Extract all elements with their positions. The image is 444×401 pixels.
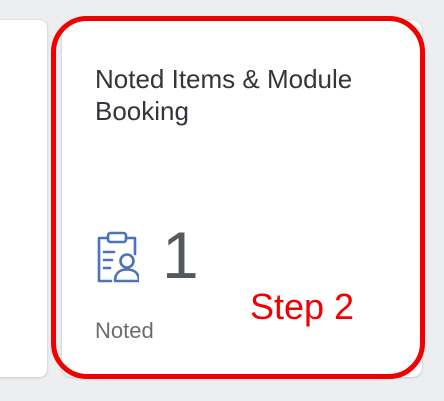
- clipboard-user-icon: [95, 230, 141, 284]
- tile-footer: Noted: [95, 318, 154, 343]
- tile-title: Noted Items & Module Booking: [95, 64, 353, 126]
- noted-items-tile[interactable]: Noted Items & Module Booking 1 Noted: [62, 20, 422, 377]
- previous-tile[interactable]: [0, 20, 47, 377]
- kpi-value: 1: [162, 218, 199, 292]
- step-label: Step 2: [250, 286, 355, 327]
